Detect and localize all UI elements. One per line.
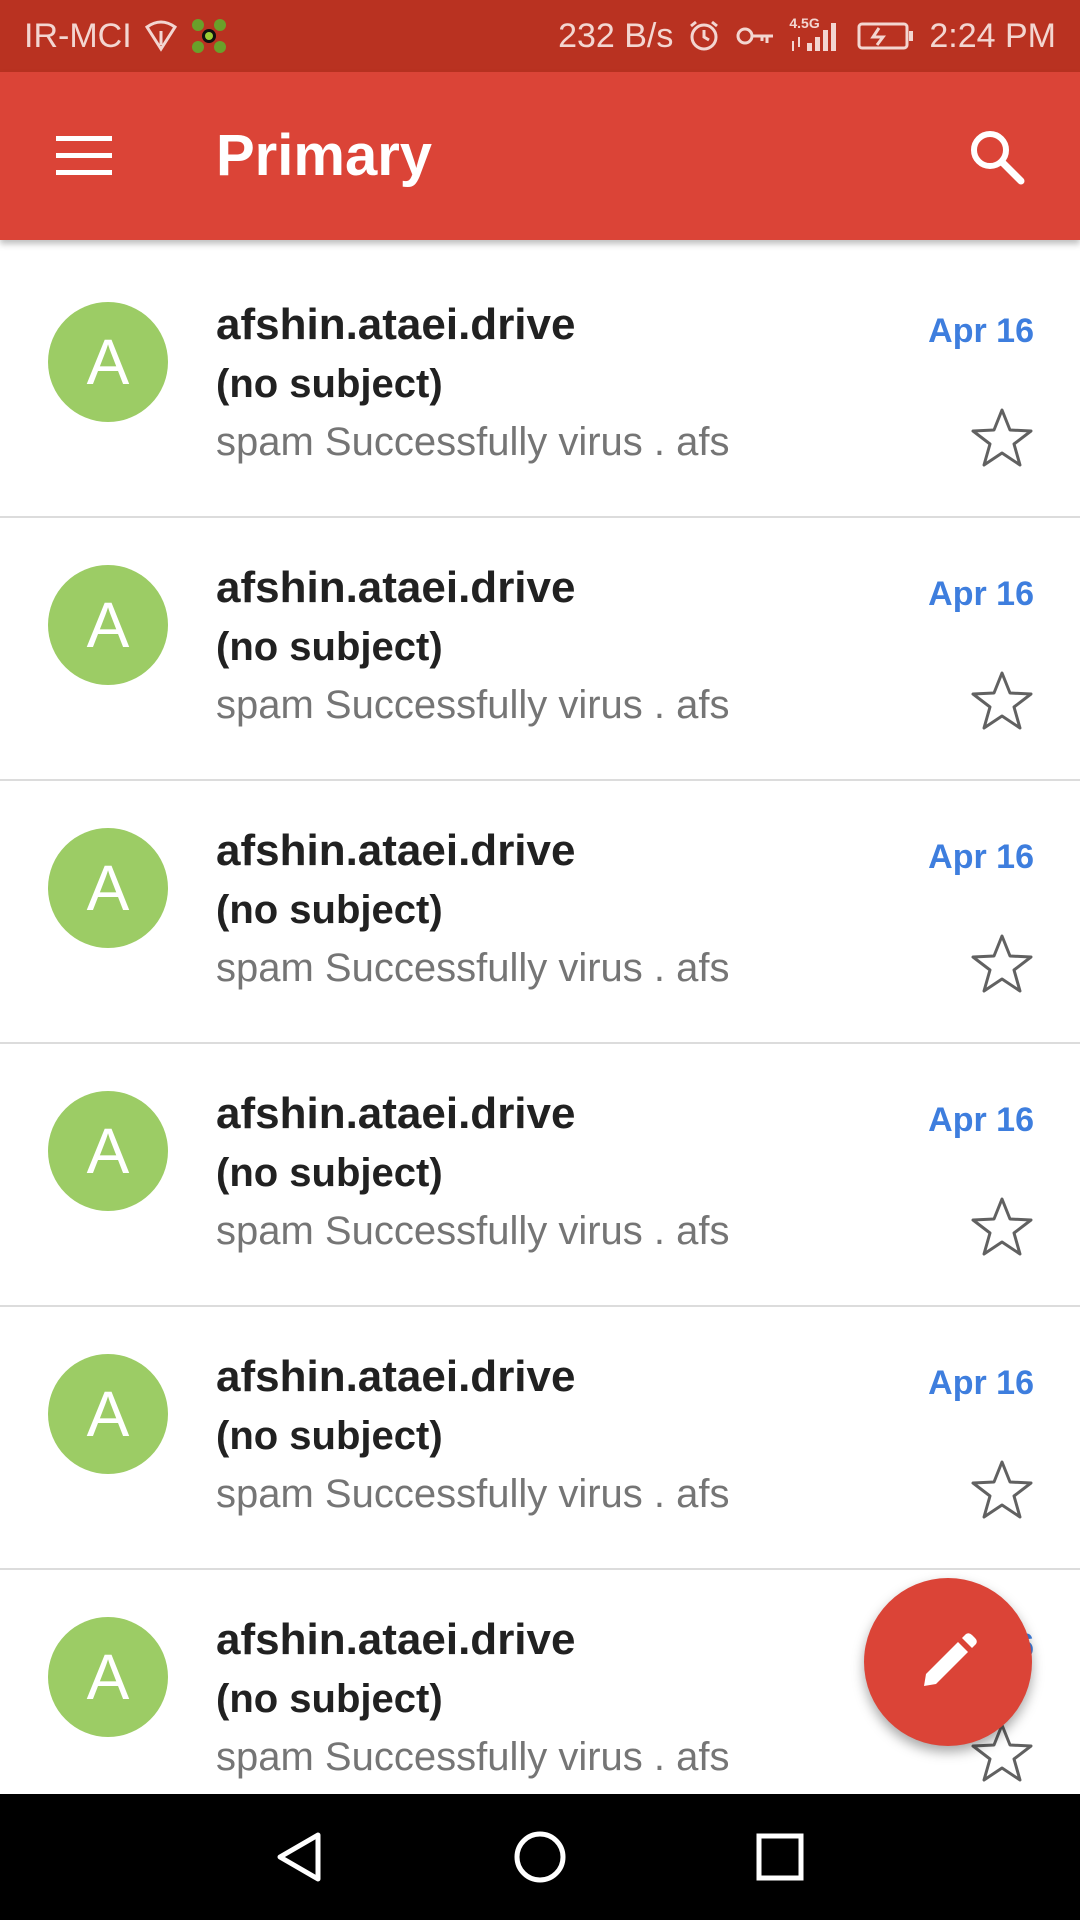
app-notification-icon	[190, 17, 228, 55]
cellular-signal-icon: 4.5G	[789, 15, 843, 53]
sender-name: afshin.ataei.drive	[216, 826, 576, 875]
star-icon	[971, 671, 1033, 730]
signal-wifi-icon	[144, 19, 178, 53]
email-date: Apr 16	[928, 1364, 1034, 1402]
vpn-key-icon	[735, 21, 775, 51]
status-bar: IR-MCI 232 B/s 4.5G 2:24 PM	[0, 0, 1080, 72]
email-date: Apr 16	[928, 838, 1034, 876]
clock-label: 2:24 PM	[929, 16, 1056, 55]
star-icon	[971, 934, 1033, 993]
star-button[interactable]	[970, 1195, 1034, 1259]
sender-name: afshin.ataei.drive	[216, 300, 576, 349]
star-icon	[971, 1460, 1033, 1519]
compose-button[interactable]	[864, 1578, 1032, 1746]
email-snippet: spam Successfully virus . afs	[216, 1209, 730, 1253]
sender-name: afshin.ataei.drive	[216, 1615, 576, 1664]
sender-name: afshin.ataei.drive	[216, 563, 576, 612]
menu-button[interactable]	[40, 112, 128, 200]
email-date: Apr 16	[928, 312, 1034, 350]
email-date: Apr 16	[928, 575, 1034, 613]
email-list[interactable]: Aafshin.ataei.drive (no subject) spam Succ…	[0, 254, 1080, 1794]
email-row[interactable]: Aafshin.ataei.drive (no subject) spam Succ…	[0, 1306, 1080, 1570]
back-icon	[277, 1832, 321, 1882]
home-icon	[514, 1831, 566, 1883]
avatar[interactable]: A	[48, 1354, 168, 1474]
search-icon	[971, 131, 1025, 185]
hamburger-menu-icon	[56, 136, 112, 175]
battery-charging-icon	[857, 21, 915, 51]
recents-icon	[756, 1833, 804, 1881]
email-snippet: spam Successfully virus . afs	[216, 1735, 730, 1779]
email-subject: (no subject)	[216, 625, 443, 669]
sender-name: afshin.ataei.drive	[216, 1352, 576, 1401]
email-date: Apr 16	[928, 1101, 1034, 1139]
email-subject: (no subject)	[216, 1677, 443, 1721]
email-snippet: spam Successfully virus . afs	[216, 1472, 730, 1516]
avatar[interactable]: A	[48, 565, 168, 685]
email-row[interactable]: Aafshin.ataei.drive (no subject) spam Succ…	[0, 1043, 1080, 1307]
back-button[interactable]	[260, 1817, 340, 1897]
home-button[interactable]	[500, 1817, 580, 1897]
carrier-label: IR-MCI	[24, 16, 132, 55]
email-row[interactable]: Aafshin.ataei.drive (no subject) spam Succ…	[0, 254, 1080, 518]
compose-pencil-icon	[924, 1633, 977, 1686]
star-icon	[971, 1197, 1033, 1256]
page-title: Primary	[216, 123, 433, 188]
email-subject: (no subject)	[216, 888, 443, 932]
avatar[interactable]: A	[48, 302, 168, 422]
avatar[interactable]: A	[48, 828, 168, 948]
email-snippet: spam Successfully virus . afs	[216, 946, 730, 990]
net-speed-label: 232 B/s	[558, 16, 674, 55]
avatar[interactable]: A	[48, 1617, 168, 1737]
email-snippet: spam Successfully virus . afs	[216, 420, 730, 464]
star-button[interactable]	[970, 932, 1034, 996]
alarm-icon	[687, 19, 721, 53]
system-nav-bar	[0, 1794, 1080, 1920]
email-row[interactable]: Aafshin.ataei.drive (no subject) spam Succ…	[0, 780, 1080, 1044]
app-bar: Primary	[0, 72, 1080, 240]
email-snippet: spam Successfully virus . afs	[216, 683, 730, 727]
star-button[interactable]	[970, 1458, 1034, 1522]
network-type-label: 4.5G	[789, 15, 820, 31]
sender-name: afshin.ataei.drive	[216, 1089, 576, 1138]
email-subject: (no subject)	[216, 1414, 443, 1458]
email-subject: (no subject)	[216, 362, 443, 406]
star-icon	[971, 408, 1033, 467]
search-button[interactable]	[952, 112, 1040, 200]
email-row[interactable]: Aafshin.ataei.drive (no subject) spam Succ…	[0, 517, 1080, 781]
star-button[interactable]	[970, 406, 1034, 470]
recents-button[interactable]	[740, 1817, 820, 1897]
avatar[interactable]: A	[48, 1091, 168, 1211]
email-subject: (no subject)	[216, 1151, 443, 1195]
star-button[interactable]	[970, 669, 1034, 733]
